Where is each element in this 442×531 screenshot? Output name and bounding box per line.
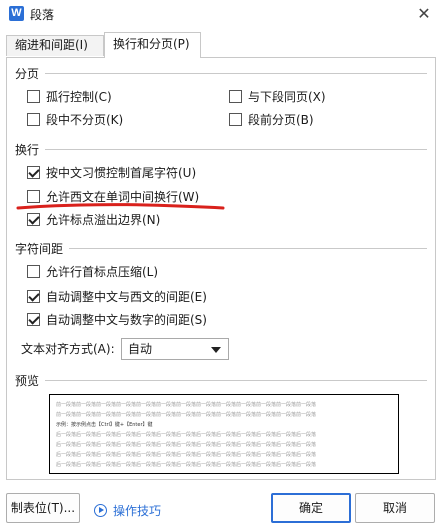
checkbox-label: 允许行首标点压缩(L) <box>46 265 159 279</box>
auto-space-latin-checkbox[interactable]: 自动调整中文与西文的间距(E) <box>27 289 207 307</box>
compress-punctuation-checkbox[interactable]: 允许行首标点压缩(L) <box>27 264 158 282</box>
checkbox-box[interactable] <box>229 113 242 126</box>
wps-writer-icon: W <box>9 6 24 21</box>
tab-panel: 分页 孤行控制(C) 与下段同页(X) 段中不分页(K) 段前分页(B) 换行 … <box>6 57 436 480</box>
checkbox-label: 孤行控制(C) <box>46 90 112 104</box>
checkbox-label: 与下段同页(X) <box>248 90 326 104</box>
kinsoku-checkbox[interactable]: 按中文习惯控制首尾字符(U) <box>27 165 196 183</box>
checkbox-label: 允许标点溢出边界(N) <box>46 213 161 227</box>
play-circle-icon <box>94 504 107 517</box>
preview-next-paragraph: 后一段落后一段落后一段落后一段落后一段落后一段落后一段落后一段落后一段落后一段落… <box>56 432 317 438</box>
tab-stops-button[interactable]: 制表位(T)... <box>6 493 80 523</box>
page-break-before-checkbox[interactable]: 段前分页(B) <box>229 112 314 130</box>
checkbox-box[interactable] <box>27 265 40 278</box>
dropdown-arrow-icon <box>211 347 221 353</box>
dialog-title: 段落 <box>30 8 55 22</box>
preview-box: 前一段落前一段落前一段落前一段落前一段落前一段落前一段落前一段落前一段落前一段落… <box>49 394 399 474</box>
checkbox-box[interactable] <box>27 313 40 326</box>
section-title-pagination: 分页 <box>15 65 46 82</box>
tips-label: 操作技巧 <box>113 504 162 518</box>
hanging-punctuation-checkbox[interactable]: 允许标点溢出边界(N) <box>27 212 160 230</box>
select-value: 自动 <box>128 342 153 356</box>
preview-next-paragraph: 后一段落后一段落后一段落后一段落后一段落后一段落后一段落后一段落后一段落后一段落… <box>56 452 317 458</box>
auto-space-digit-checkbox[interactable]: 自动调整中文与数字的间距(S) <box>27 312 207 330</box>
section-title-line-break: 换行 <box>15 141 46 158</box>
checkbox-box[interactable] <box>27 166 40 179</box>
preview-sample-text: 示例：按示例点击【Ctrl】键+【Enter】键 <box>56 422 153 428</box>
checkbox-box[interactable] <box>27 113 40 126</box>
cancel-button[interactable]: 取消 <box>355 493 435 523</box>
checkbox-box[interactable] <box>27 190 40 203</box>
text-align-select[interactable]: 自动 <box>121 338 229 360</box>
checkbox-box[interactable] <box>27 213 40 226</box>
preview-next-paragraph: 后一段落后一段落后一段落后一段落后一段落后一段落后一段落后一段落后一段落后一段落… <box>56 442 317 448</box>
preview-prev-paragraph: 前一段落前一段落前一段落前一段落前一段落前一段落前一段落前一段落前一段落前一段落… <box>56 402 317 408</box>
checkbox-label: 段前分页(B) <box>248 113 314 127</box>
checkbox-label: 自动调整中文与西文的间距(E) <box>46 290 207 304</box>
word-wrap-checkbox[interactable]: 允许西文在单词中间换行(W) <box>27 189 199 207</box>
tab-bar: 缩进和间距(I) 换行和分页(P) <box>0 28 442 58</box>
checkbox-label: 自动调整中文与数字的间距(S) <box>46 313 207 327</box>
tips-link[interactable]: 操作技巧 <box>94 504 161 518</box>
section-divider <box>15 149 427 150</box>
keep-lines-together-checkbox[interactable]: 段中不分页(K) <box>27 112 123 130</box>
section-title-preview: 预览 <box>15 372 46 389</box>
close-icon[interactable]: ✕ <box>414 4 434 24</box>
checkbox-label: 允许西文在单词中间换行(W) <box>46 190 200 204</box>
text-align-label: 文本对齐方式(A): <box>21 342 115 356</box>
tab-line-page-break[interactable]: 换行和分页(P) <box>104 32 201 58</box>
section-title-char-spacing: 字符间距 <box>15 240 70 257</box>
widow-control-checkbox[interactable]: 孤行控制(C) <box>27 89 112 107</box>
section-divider <box>15 380 427 381</box>
checkbox-box[interactable] <box>27 290 40 303</box>
checkbox-box[interactable] <box>229 90 242 103</box>
tab-indent-spacing[interactable]: 缩进和间距(I) <box>6 35 104 56</box>
checkbox-label: 按中文习惯控制首尾字符(U) <box>46 166 197 180</box>
title-bar: W 段落 ✕ <box>0 0 442 28</box>
section-divider <box>15 73 427 74</box>
keep-with-next-checkbox[interactable]: 与下段同页(X) <box>229 89 326 107</box>
preview-next-paragraph: 后一段落后一段落后一段落后一段落后一段落后一段落后一段落后一段落后一段落后一段落… <box>56 462 317 468</box>
preview-prev-paragraph: 前一段落前一段落前一段落前一段落前一段落前一段落前一段落前一段落前一段落前一段落… <box>56 412 317 418</box>
section-divider <box>15 248 427 249</box>
checkbox-label: 段中不分页(K) <box>46 113 124 127</box>
ok-button[interactable]: 确定 <box>271 493 351 523</box>
checkbox-box[interactable] <box>27 90 40 103</box>
